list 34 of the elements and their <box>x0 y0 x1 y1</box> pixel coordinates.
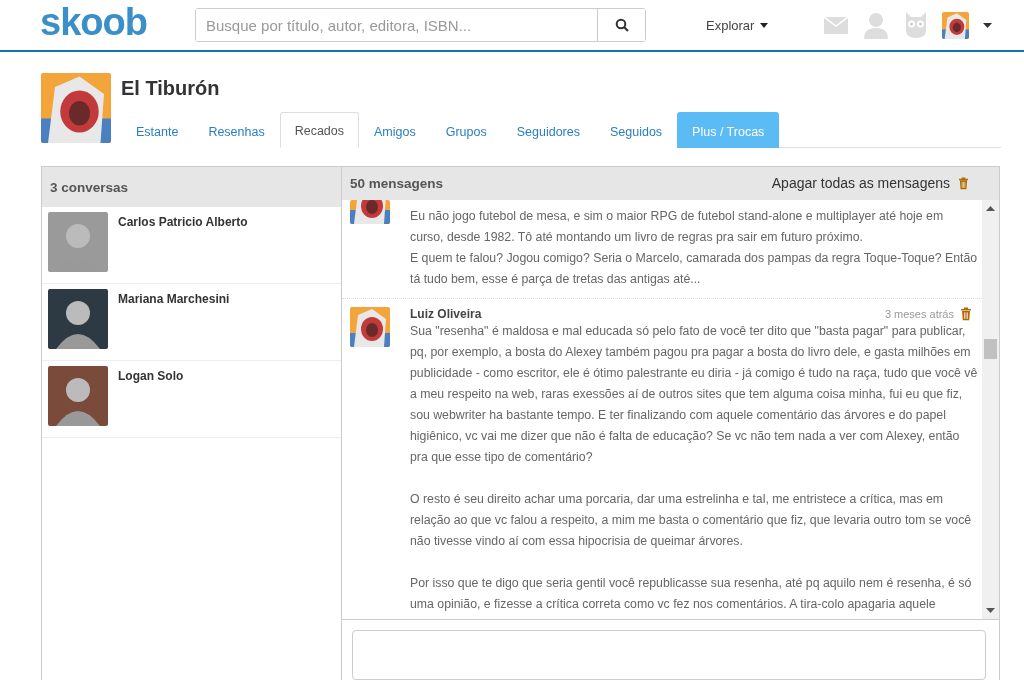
profile-tab[interactable]: Recados <box>279 112 360 148</box>
profile-name: El Tiburón <box>121 77 221 100</box>
caret-icon[interactable] <box>760 22 769 28</box>
message-time: 3 meses atrás <box>884 307 954 320</box>
message-text: O resto é seu direito achar uma porcaria, dar uma estrelinha e tal, me entristece a crítica, mas em relação ao que vc falou a respeito, a mim me basta o comentário que fiz, que levaria outro tom se você não tivesse vindo aí com essa hipocrisia de queimar árvores. <box>410 490 973 550</box>
message-text: Sua "resenha" é maldosa e mal educada só pelo fato de você ter dito que "basta pagar" para publicar, pq, por exemplo, a bosta do Alexey também pagou pra pagar a bosta do livro dele, e gasta milhões em publicidade - como escritor, ele é ótimo palestrante eu diria - já comigo é tudo na raça, tudo que você vê a meu respeito na web, raras exessões aí de outros sites que tem alguma coisa minha, fui eu que fiz, sou webwriter ha bastante tempo. E ter finalizando com aquele comentário das árvores e do papel higiênico, vc vai me dizer que não é falta de educação? Se vc não tem nada a ver com Alexey, então pra que esse tipo de comentário? <box>410 322 978 466</box>
search-icon[interactable] <box>614 18 629 32</box>
conversation-name[interactable]: Mariana Marchesini <box>118 292 230 355</box>
scroll-thumb[interactable] <box>984 338 997 359</box>
trash-icon[interactable] <box>958 177 969 190</box>
up-arrow-icon[interactable] <box>986 205 995 211</box>
user-avatar[interactable] <box>48 366 108 426</box>
shark-avatar <box>41 73 111 143</box>
user-avatar[interactable] <box>48 289 108 349</box>
shark-avatar <box>350 306 390 347</box>
message-text: E quem te falou? Jogou comigo? Seria o Marcelo, camarada dos pampas da regra Toque-Toque? Então tá tudo bem, esse é parça de tretas das antigas até... <box>410 249 978 288</box>
caret-icon[interactable] <box>983 22 993 28</box>
message-author[interactable]: Luiz Oliveira <box>410 306 482 321</box>
conversation-name[interactable]: Logan Solo <box>118 369 184 432</box>
delete-all-button[interactable]: Apagar todas as mensagens <box>771 175 969 192</box>
conversations-title: 3 conversas <box>42 167 341 207</box>
scrollbar[interactable] <box>982 199 999 619</box>
message-text: Eu não jogo futebol de mesa, e sim o maior RPG de futebol stand-alone e multiplayer até hoje em curso, desde 1982. Tô até montando um livro de regras pra sair em futuro próximo. <box>410 207 945 246</box>
search-button[interactable] <box>597 9 645 41</box>
messages-title: 50 mensagens <box>350 175 444 191</box>
explore-menu[interactable]: Explorar <box>706 17 769 33</box>
logo[interactable]: skoob <box>40 3 195 41</box>
shark-avatar <box>942 11 970 39</box>
down-arrow-icon[interactable] <box>986 607 995 613</box>
search-field[interactable]: Busque por título, autor, editora, ISBN... <box>195 8 646 42</box>
trash-icon[interactable] <box>960 306 972 321</box>
message-text: Por isso que te digo que seria gentil você republicasse sua resenha, até pq aquilo nem é resenha, é só uma opinião, e fizesse a crítica correta como vc fez nos comentários. A tira-colo apagaria aquele <box>410 574 973 613</box>
conversation-name[interactable]: Carlos Patricio Alberto <box>118 215 248 278</box>
message-input[interactable] <box>352 629 986 680</box>
